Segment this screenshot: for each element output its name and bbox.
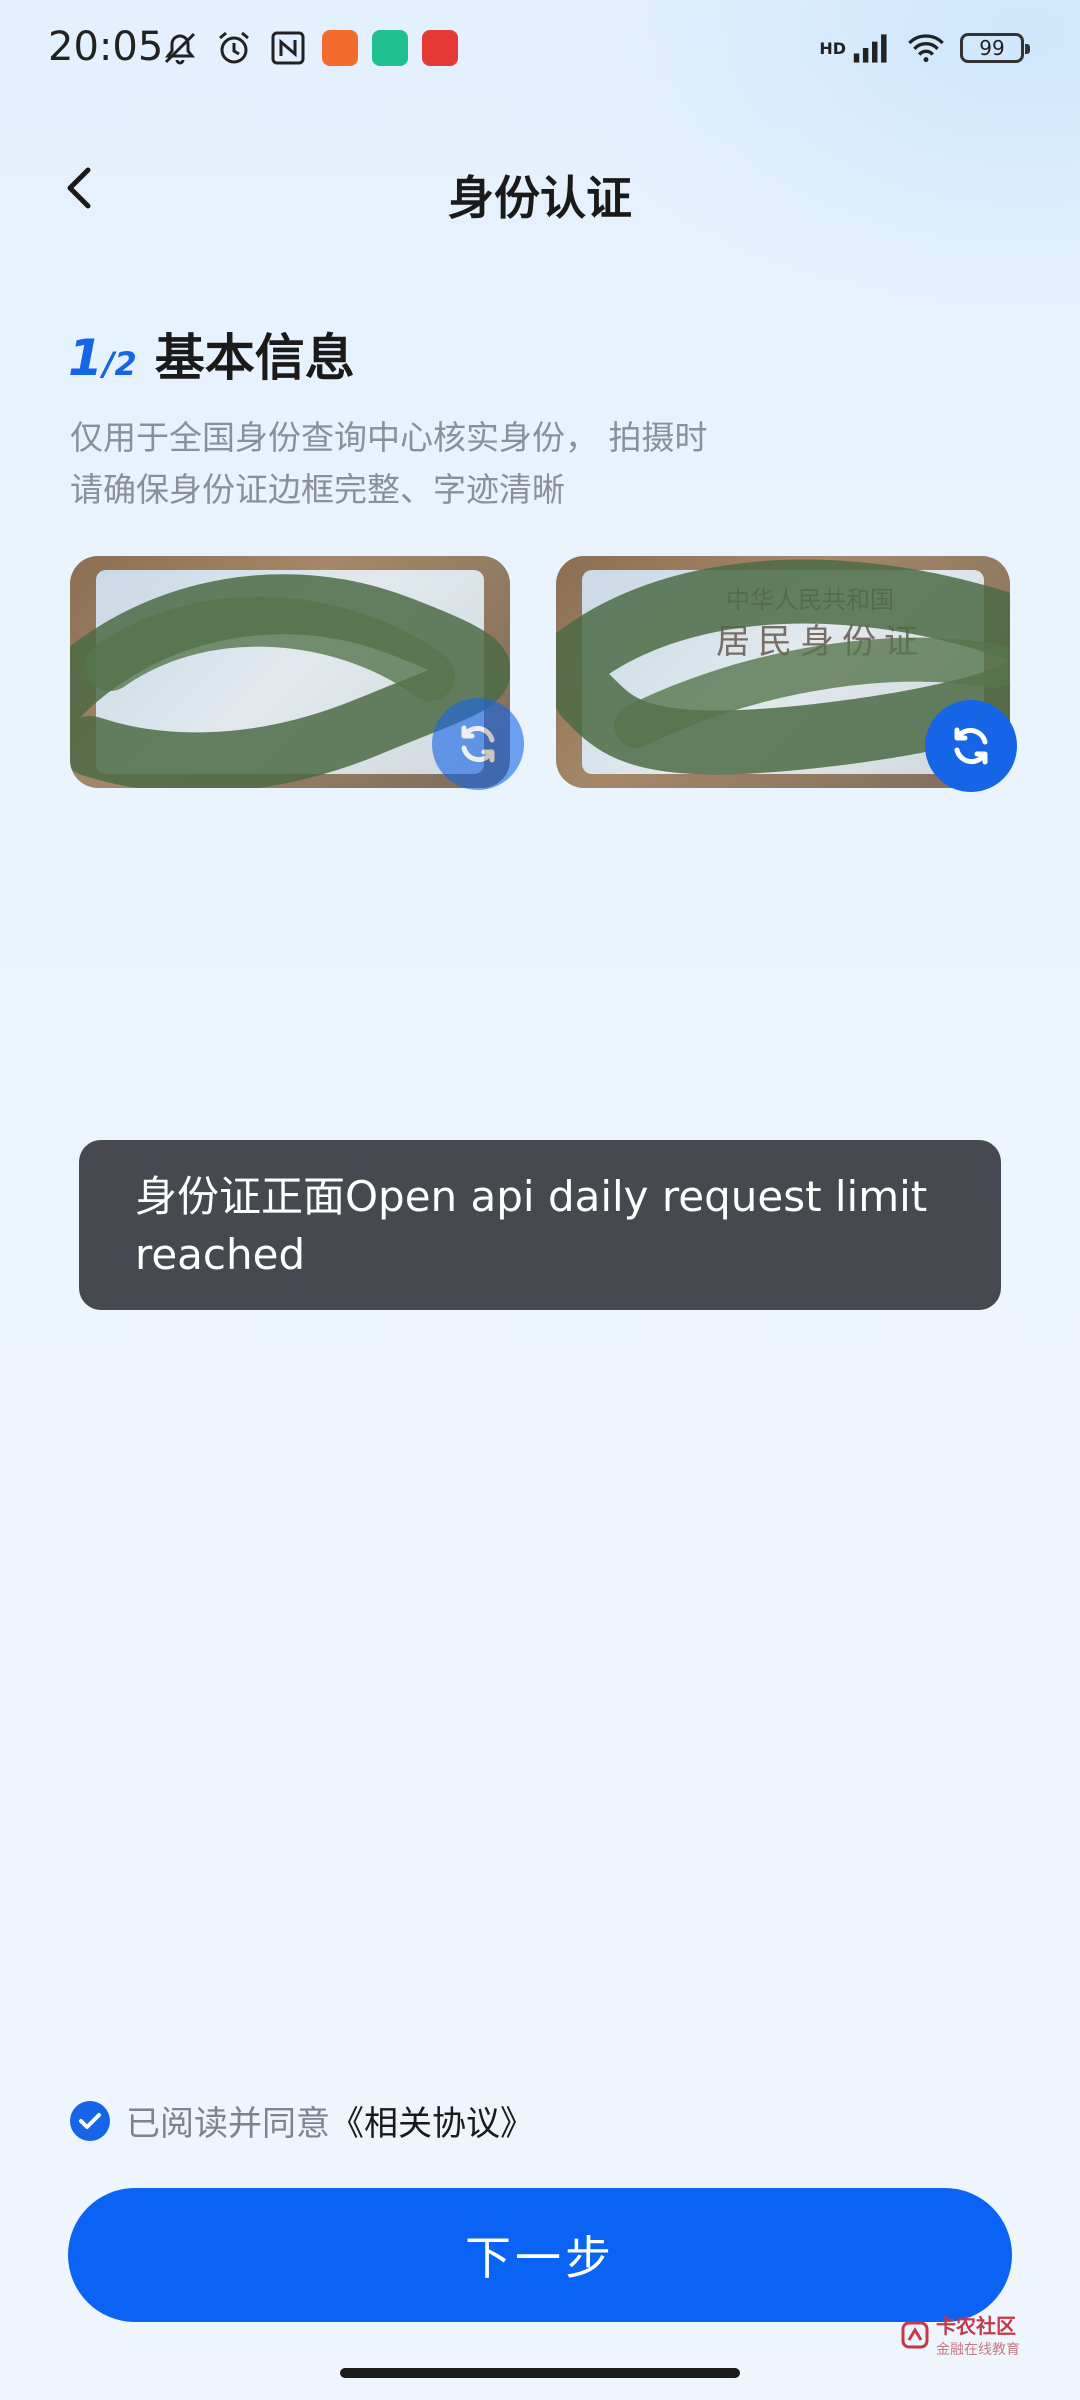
agreement-row: 已阅读并同意 《相关协议》 [70,2096,534,2145]
mute-icon [160,28,200,68]
step-title: 基本信息 [154,329,355,387]
watermark-line2: 金融在线教育 [936,2342,1020,2358]
retake-front-button[interactable] [432,698,524,790]
app-icon-red [422,30,458,66]
step-indicator: 1/2 基本信息 [68,318,355,390]
page-title: 身份认证 [448,171,632,225]
watermark-line1: 卡农社区 [936,2314,1016,2338]
agreement-link[interactable]: 《相关协议》 [330,2096,534,2145]
network-type: HD [819,38,846,58]
nfc-icon [268,28,308,68]
watermark-logo-icon [901,2321,929,2348]
header: 身份认证 [0,140,1080,240]
signal-icon [852,28,892,68]
step-number: 1/2 [68,329,137,387]
checkmark-icon [79,2112,101,2129]
description: 仅用于全国身份查询中心核实身份， 拍摄时请确保身份证边框完整、字迹清晰 [70,418,708,509]
wifi-icon [906,28,946,68]
retake-back-button[interactable] [925,700,1017,792]
error-toast: 身份证正面Open api daily request limit reache… [79,1140,1001,1310]
status-time: 20:05 [48,24,164,70]
app-icon-orange [322,30,358,66]
status-bar: 20:05 HD 99 [0,0,1080,100]
battery-icon: 99 [960,33,1030,63]
watermark: 卡农社区 金融在线教育 [900,2310,1020,2359]
id-card-back-text1: 中华人民共和国 [726,586,894,614]
app-icon-green [372,30,408,66]
home-indicator[interactable] [340,2368,740,2378]
agreement-text: 已阅读并同意 [126,2104,330,2144]
next-button[interactable]: 下一步 [68,2188,1012,2322]
refresh-icon [954,727,988,765]
refresh-icon [461,725,495,763]
alarm-icon [214,28,254,68]
agreement-checkbox[interactable] [70,2100,110,2141]
id-card-back-text2: 居民身份证 [716,622,926,662]
